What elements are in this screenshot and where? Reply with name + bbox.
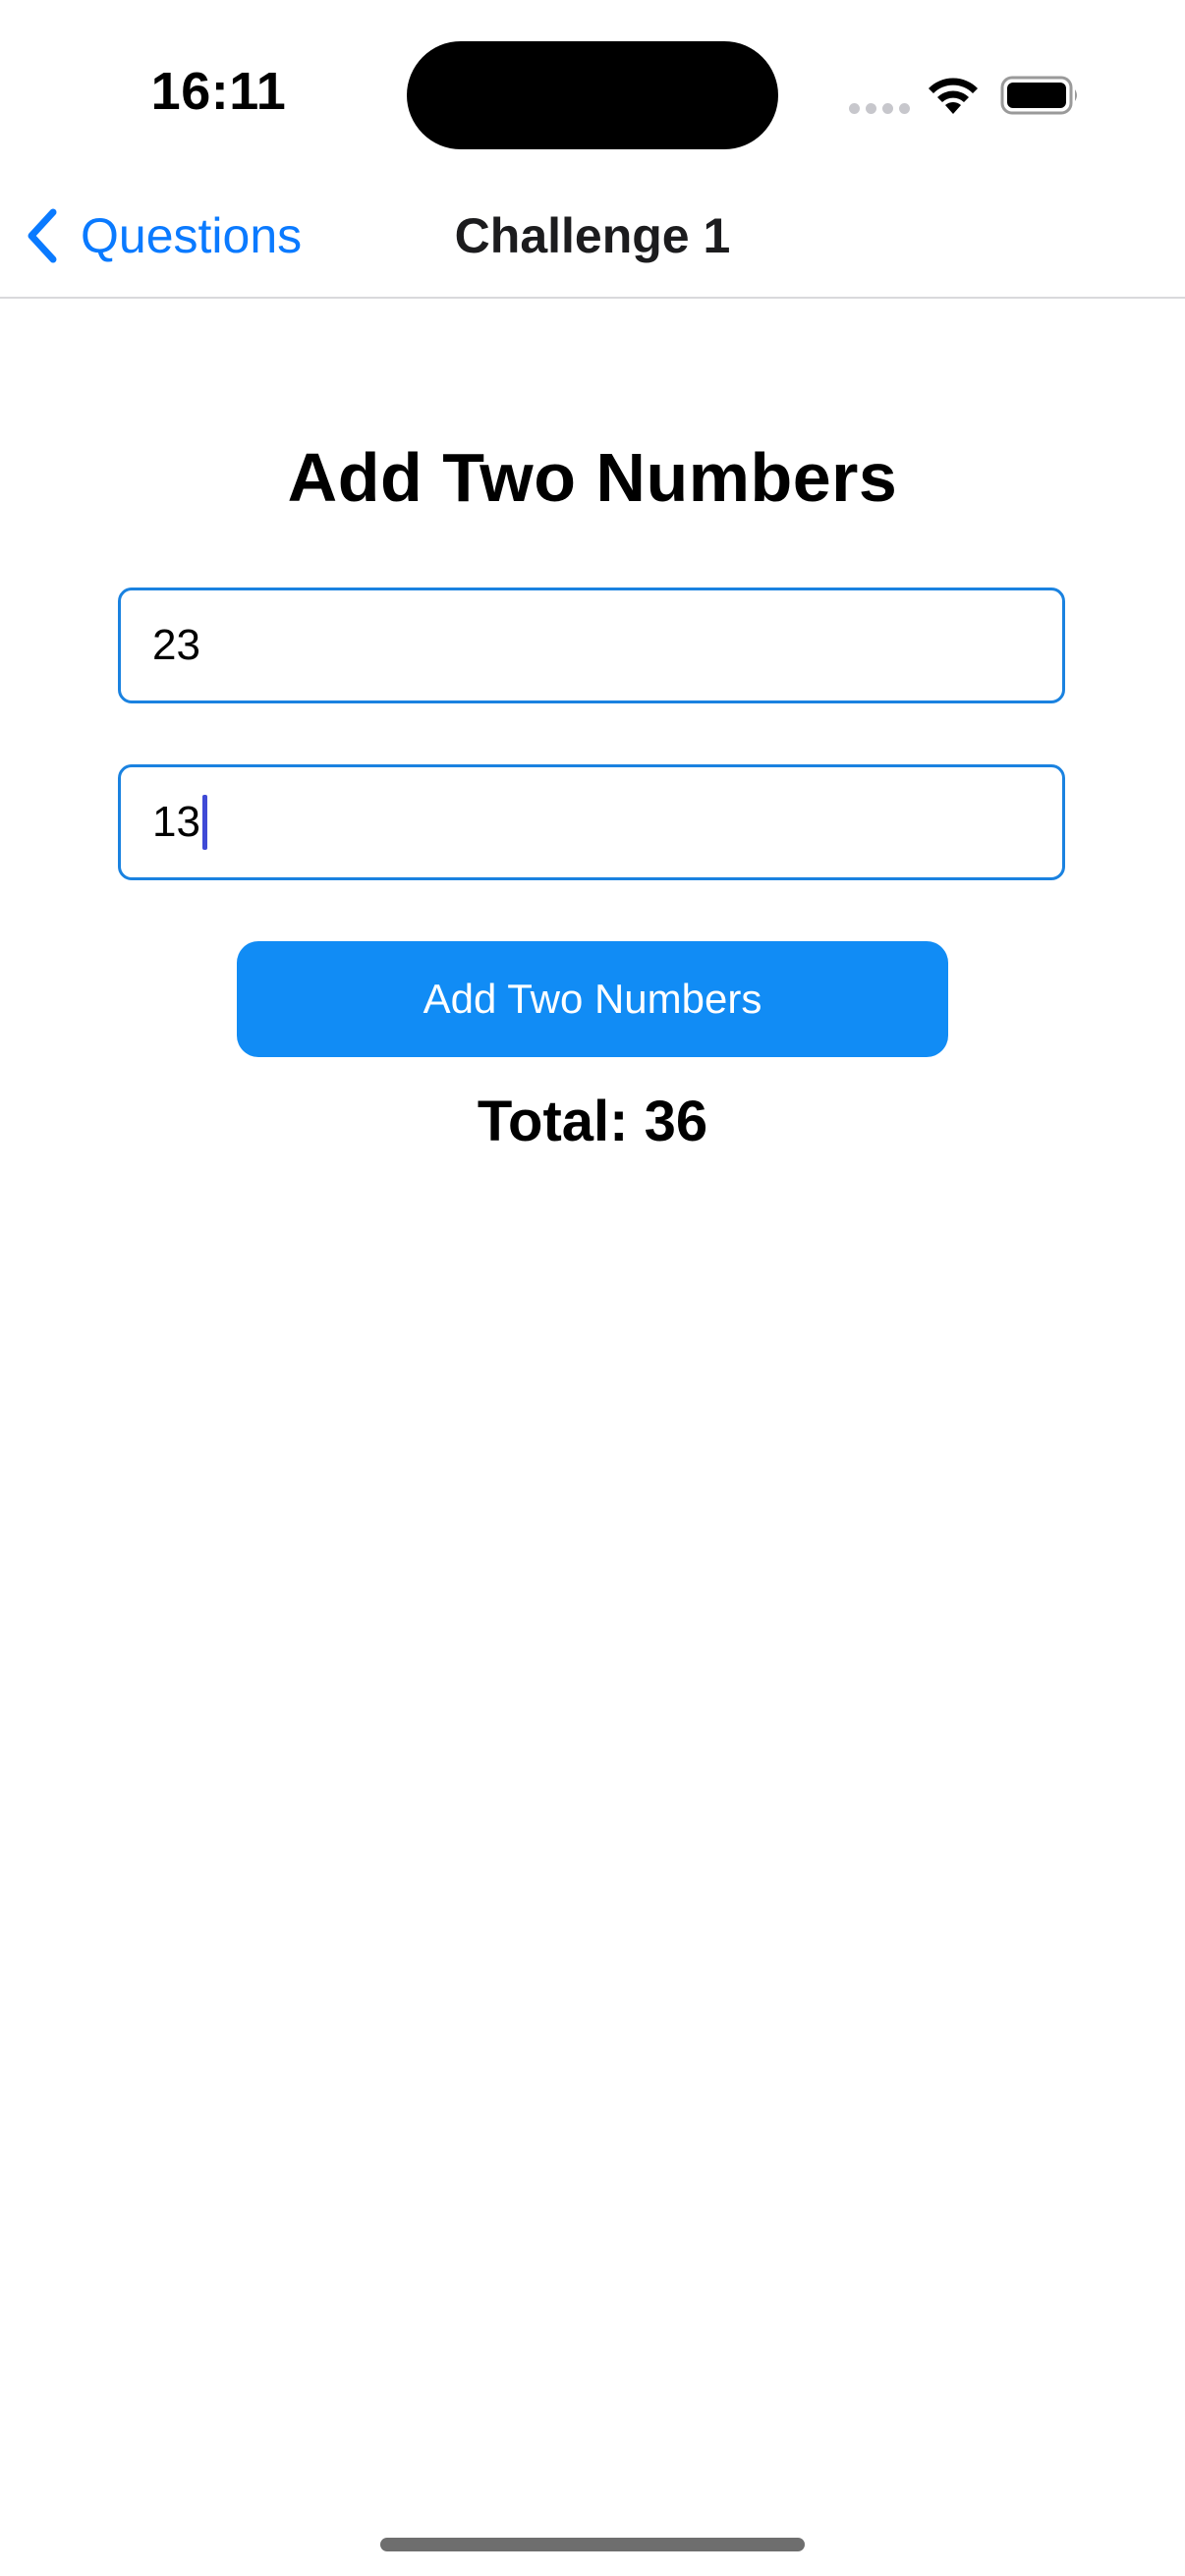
text-caret	[201, 795, 207, 850]
total-result: Total: 36	[477, 1090, 708, 1153]
first-number-field[interactable]: 23	[118, 588, 1065, 703]
first-number-value: 23	[152, 621, 200, 669]
battery-icon	[1000, 76, 1077, 115]
dynamic-island	[407, 41, 778, 149]
page-heading: Add Two Numbers	[287, 439, 898, 516]
second-number-value: 13	[152, 798, 200, 846]
status-bar: 16:11	[0, 0, 1185, 187]
add-two-numbers-button[interactable]: Add Two Numbers	[237, 941, 948, 1057]
cellular-signal-icon	[849, 103, 910, 114]
back-button[interactable]: Questions	[24, 200, 302, 271]
chevron-left-icon	[28, 208, 57, 263]
status-time: 16:11	[150, 62, 287, 121]
home-indicator[interactable]	[380, 2538, 805, 2551]
wifi-icon	[929, 78, 978, 114]
back-button-label: Questions	[81, 208, 303, 263]
navigation-bar: Questions Challenge 1	[0, 187, 1185, 299]
second-number-field[interactable]: 13	[118, 764, 1065, 880]
